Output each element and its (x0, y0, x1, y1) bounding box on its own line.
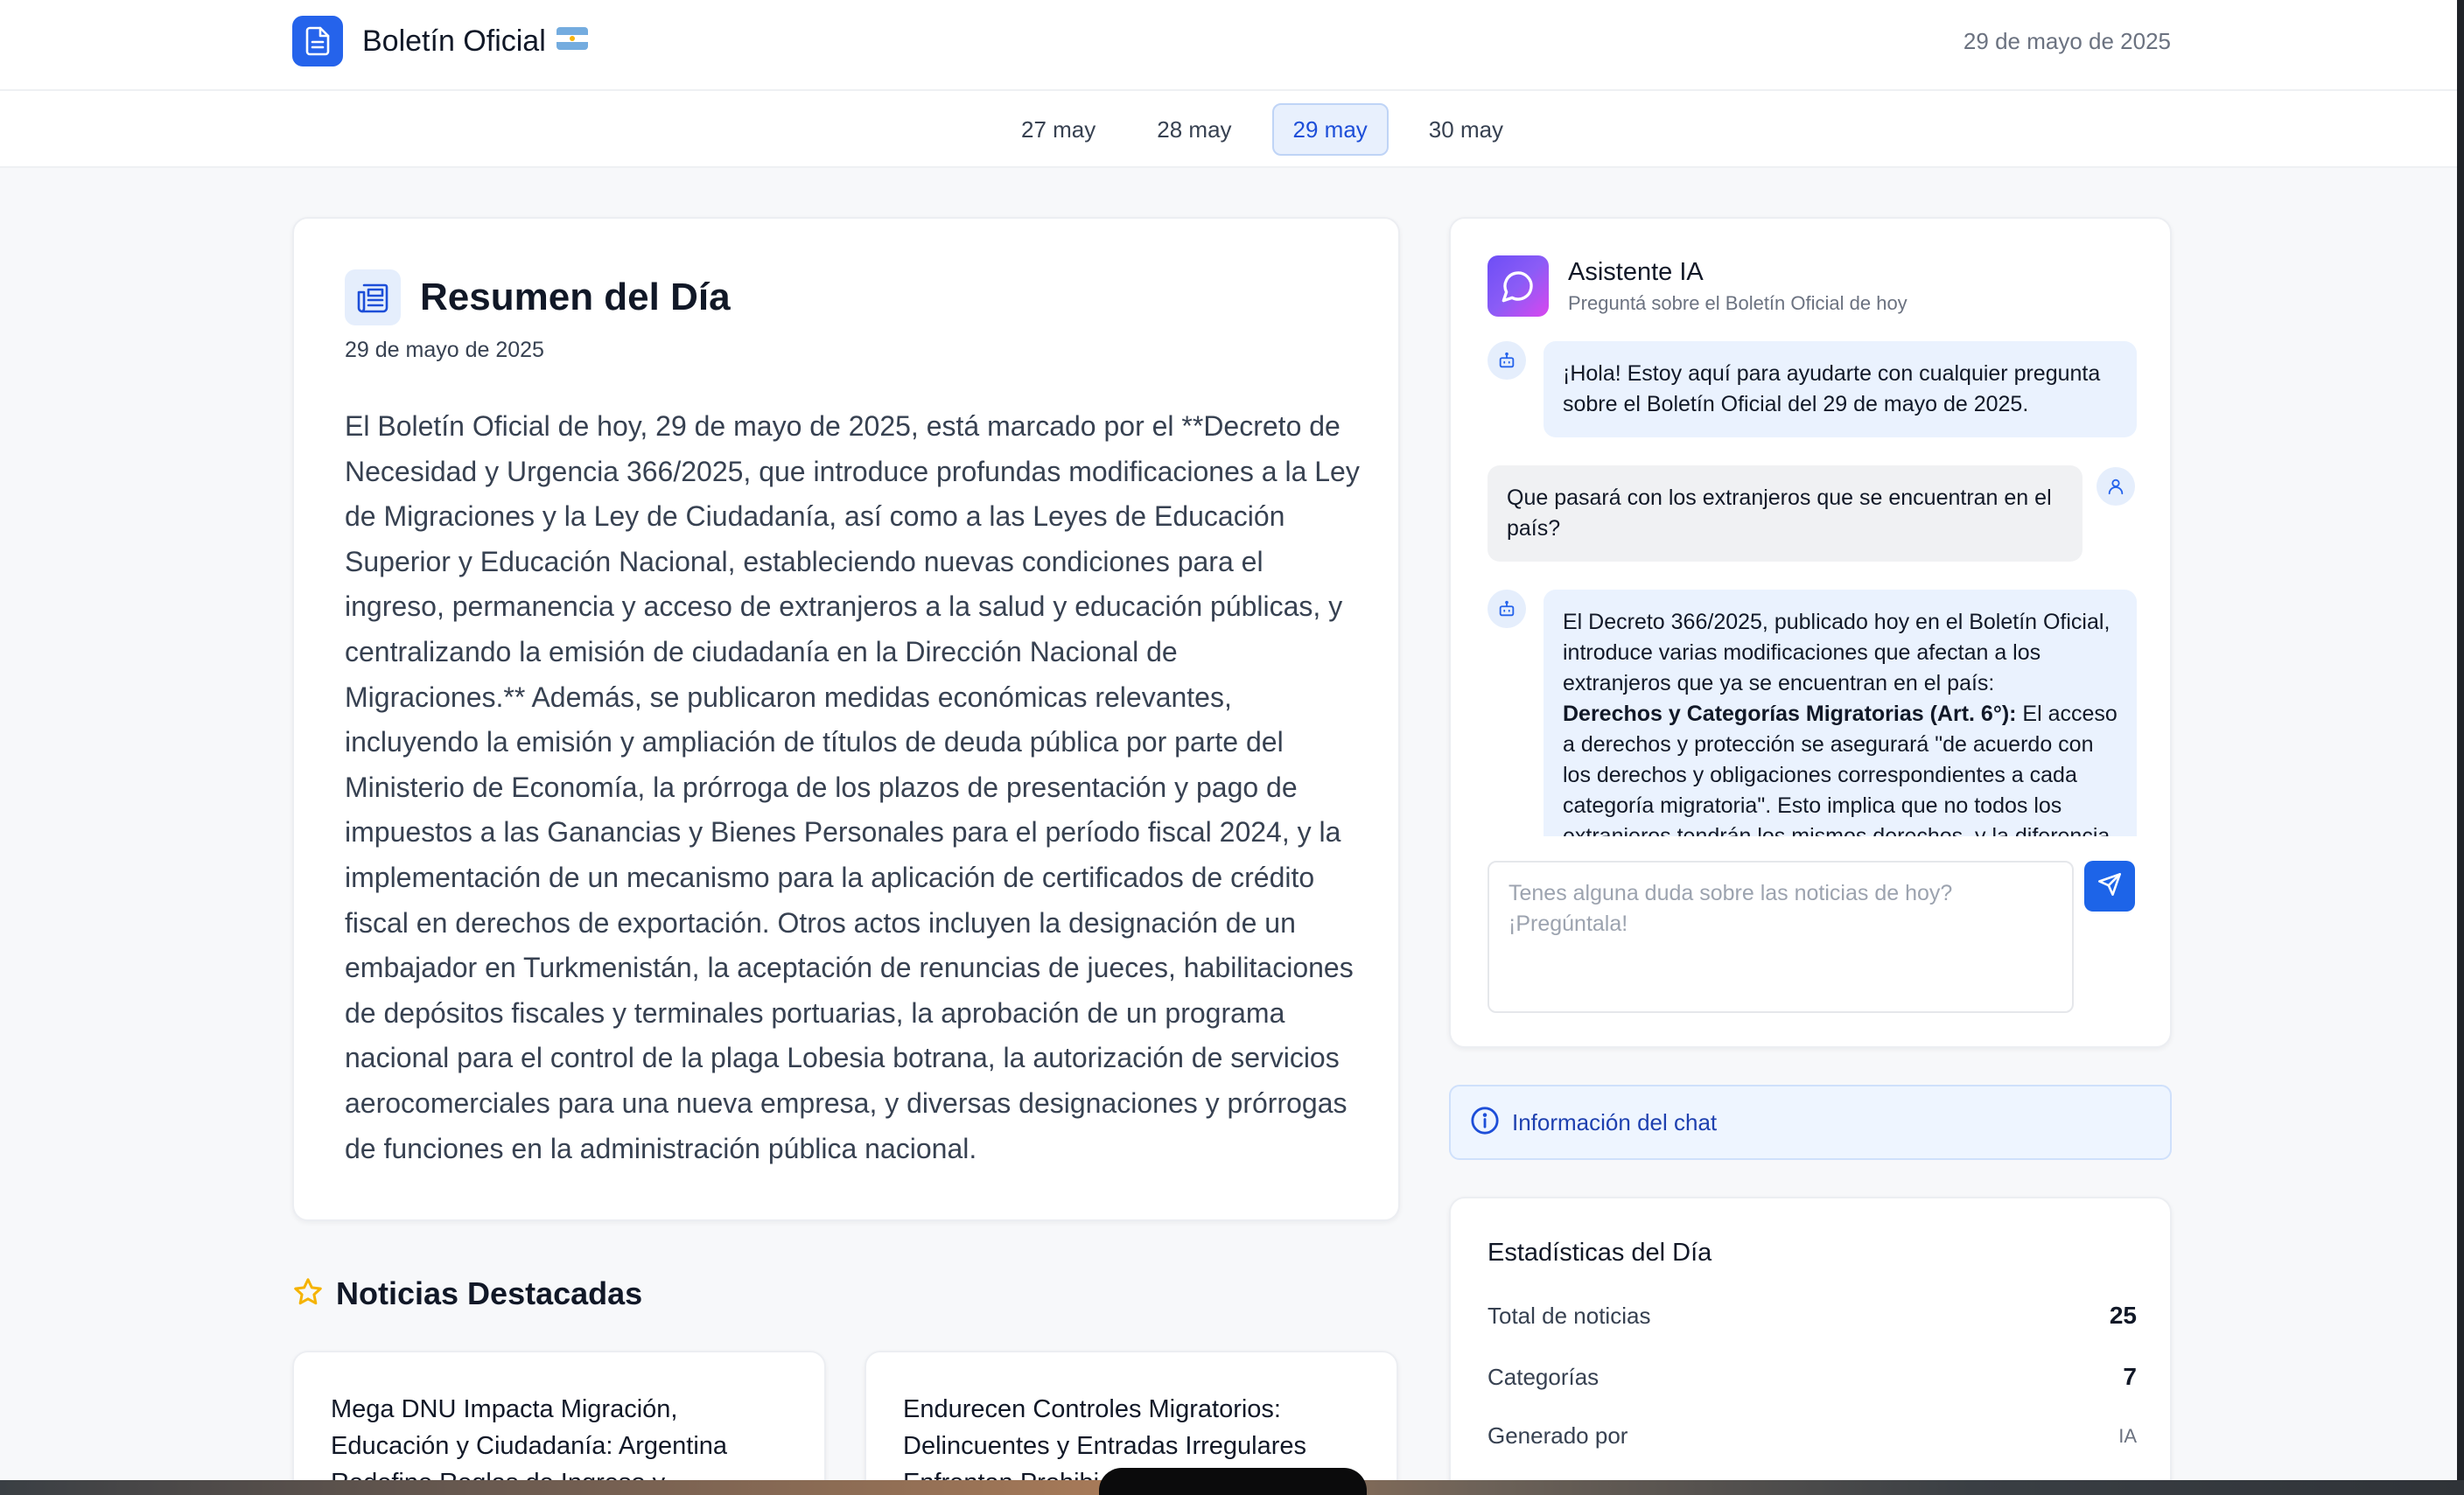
stat-label: Total de noticias (1488, 1302, 1651, 1329)
message-bubble: Que pasará con los extranjeros que se en… (1488, 465, 2082, 562)
chat-info-button[interactable]: Información del chat (1449, 1085, 2172, 1160)
chat-bubble-icon (1488, 255, 1549, 317)
robot-icon (1488, 341, 1526, 380)
featured-news-header: Noticias Destacadas (292, 1275, 642, 1312)
floating-dock[interactable] (1099, 1468, 1367, 1495)
message-bubble: ¡Hola! Estoy aquí para ayudarte con cual… (1544, 341, 2137, 437)
stat-value: 7 (2123, 1363, 2137, 1390)
header-date: 29 de mayo de 2025 (1963, 28, 2171, 54)
send-icon (2097, 872, 2122, 901)
message-intro: El Decreto 366/2025, publicado hoy en el… (1563, 610, 2110, 695)
stat-value: IA (2118, 1424, 2137, 1447)
app-header: Boletín Oficial 29 de mayo de 2025 (0, 0, 2464, 91)
message-bubble: El Decreto 366/2025, publicado hoy en el… (1544, 590, 2137, 836)
user-message: Que pasará con los extranjeros que se en… (1488, 465, 2135, 562)
daily-summary-card: Resumen del Día 29 de mayo de 2025 El Bo… (292, 217, 1400, 1221)
stats-title: Estadísticas del Día (1488, 1239, 1712, 1267)
ai-assistant-card: Asistente IA Preguntá sobre el Boletín O… (1449, 217, 2172, 1048)
featured-news-title: Noticias Destacadas (336, 1275, 643, 1311)
date-tab-28-may[interactable]: 28 may (1136, 103, 1252, 156)
summary-date: 29 de mayo de 2025 (345, 338, 544, 362)
date-tab-29-may[interactable]: 29 may (1271, 103, 1389, 156)
stat-row-total-news: Total de noticias 25 (1488, 1302, 2137, 1330)
chat-input[interactable]: Tenes alguna duda sobre las noticias de … (1488, 861, 2074, 1013)
stat-label: Categorías (1488, 1363, 1600, 1390)
date-selector-bar: 27 may 28 may 29 may 30 may (0, 91, 2464, 168)
date-tabs: 27 may 28 may 29 may 30 may (1000, 103, 1524, 156)
date-tab-30-may[interactable]: 30 may (1408, 103, 1524, 156)
document-icon (292, 16, 343, 66)
window-edge (2457, 0, 2464, 1495)
featured-news-card[interactable]: Mega DNU Impacta Migración, Educación y … (292, 1351, 826, 1495)
message-bold: Derechos y Categorías Migratorias (Art. … (1563, 702, 2017, 726)
brand[interactable]: Boletín Oficial (292, 16, 588, 66)
info-icon (1470, 1106, 1500, 1140)
summary-text: El Boletín Oficial de hoy, 29 de mayo de… (345, 410, 1360, 1164)
date-tab-27-may[interactable]: 27 may (1000, 103, 1116, 156)
assistant-header: Asistente IA Preguntá sobre el Boletín O… (1488, 255, 1908, 317)
chat-info-label: Información del chat (1512, 1108, 1718, 1135)
stat-value: 25 (2109, 1302, 2137, 1329)
summary-header: Resumen del Día (345, 269, 731, 325)
stat-label: Generado por (1488, 1422, 1628, 1449)
argentina-flag-icon (556, 27, 588, 50)
send-button[interactable] (2084, 861, 2135, 912)
user-icon (2096, 467, 2135, 506)
assistant-subtitle: Preguntá sobre el Boletín Oficial de hoy (1568, 291, 1908, 314)
bot-message: ¡Hola! Estoy aquí para ayudarte con cual… (1488, 341, 2137, 437)
daily-stats-card: Estadísticas del Día Total de noticias 2… (1449, 1197, 2172, 1495)
stat-row-categories: Categorías 7 (1488, 1363, 2137, 1391)
message-body: Derechos y Categorías Migratorias (Art. … (1563, 699, 2118, 836)
star-icon (292, 1276, 324, 1312)
bot-message: El Decreto 366/2025, publicado hoy en el… (1488, 590, 2137, 836)
chat-messages[interactable]: ¡Hola! Estoy aquí para ayudarte con cual… (1488, 341, 2137, 836)
assistant-title: Asistente IA (1568, 257, 1704, 286)
summary-title: Resumen del Día (420, 276, 731, 318)
robot-icon (1488, 590, 1526, 628)
newspaper-icon (345, 269, 401, 325)
app-title: Boletín Oficial (362, 24, 546, 58)
stat-row-generated-by: Generado por IA (1488, 1422, 2137, 1450)
